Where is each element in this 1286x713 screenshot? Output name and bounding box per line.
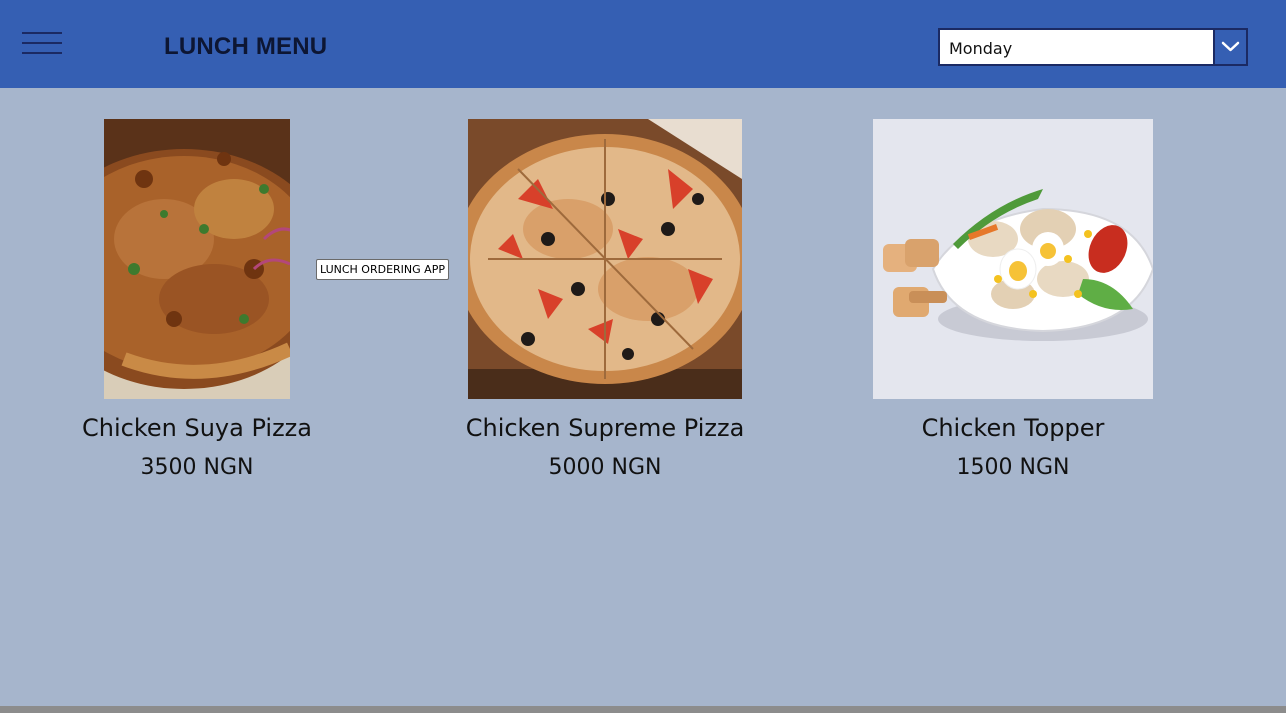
salad-image: [873, 119, 1153, 399]
page-title: LUNCH MENU: [164, 33, 328, 60]
dropdown-toggle-button[interactable]: [1213, 30, 1246, 64]
day-dropdown[interactable]: Monday: [938, 28, 1248, 66]
menu-item-price: 5000 NGN: [548, 455, 662, 480]
menu-item-image-chicken-topper[interactable]: [873, 119, 1153, 399]
pizza-image: [104, 119, 290, 399]
app-tooltip: LUNCH ORDERING APP: [316, 259, 449, 280]
menu-item-image-suya-pizza[interactable]: [104, 119, 290, 399]
menu-item-price: 3500 NGN: [140, 455, 254, 480]
day-dropdown-value: Monday: [949, 39, 1013, 58]
app-header: LUNCH MENU Monday: [0, 0, 1286, 88]
menu-item-name: Chicken Suya Pizza: [82, 414, 312, 442]
hamburger-menu-icon[interactable]: [22, 30, 62, 58]
bottom-bar: [0, 706, 1286, 713]
menu-item-name: Chicken Topper: [921, 414, 1105, 442]
pizza-image: [468, 119, 742, 399]
menu-item-name: Chicken Supreme Pizza: [465, 414, 745, 442]
menu-item-price: 1500 NGN: [956, 455, 1070, 480]
menu-item-image-supreme-pizza[interactable]: [468, 119, 742, 399]
chevron-down-icon: [1221, 41, 1240, 52]
